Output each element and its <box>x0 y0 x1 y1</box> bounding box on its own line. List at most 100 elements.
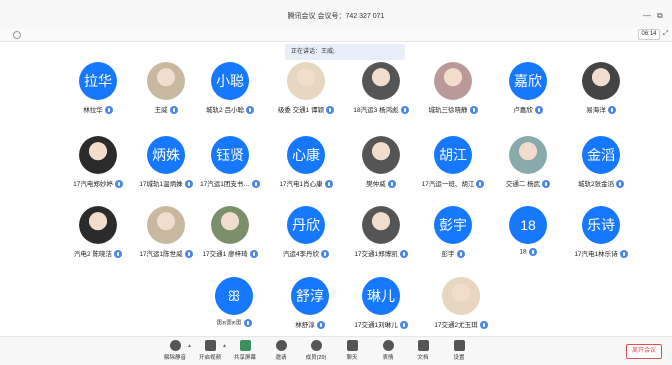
participant-name-label: 汽运4李丹欣 <box>282 251 320 258</box>
participant-name-label: 樊仲威 <box>366 181 386 188</box>
participant-name-label: 王威 <box>154 107 168 114</box>
documents-button[interactable]: 文档 <box>405 340 441 361</box>
participant-avatar: 炳姝 <box>147 136 185 174</box>
mic-status-icon <box>249 250 258 259</box>
participant-avatar: 乐诗 <box>582 206 620 244</box>
avatar-initials: 金滔 <box>587 147 615 163</box>
participant-avatar <box>362 206 400 244</box>
participant-avatar: 胡江 <box>434 136 472 174</box>
participant-avatar <box>362 136 400 174</box>
participant-tile[interactable]: 易海洋 <box>553 62 649 128</box>
participant-name-label: 城轨2 吕小聪 <box>206 107 244 114</box>
grid-settings-icon <box>453 340 465 351</box>
profile-photo <box>442 277 480 315</box>
avatar-initials: 钰贤 <box>216 147 244 163</box>
participant-avatar <box>582 62 620 100</box>
participant-avatar: 心康 <box>287 136 325 174</box>
mic-status-icon <box>321 250 330 259</box>
participant-name-label: 级委 交通1 谭颖 <box>277 107 325 114</box>
avatar-initials: 炳姝 <box>152 147 180 163</box>
invite-label: 邀请 <box>275 355 287 361</box>
participant-name-label: 17汽运一班、胡江 <box>421 181 475 188</box>
participant-name-label: 17交通1 廖梓琦 <box>202 251 248 258</box>
participant-avatar: 18 <box>509 206 547 244</box>
participant-name: 17汽电1林乐诗 <box>553 248 649 259</box>
participant-avatar <box>211 206 249 244</box>
participant-name-label: 17汽电1林乐诗 <box>574 251 618 258</box>
mic-status-icon <box>607 106 616 115</box>
mic-status-icon <box>469 106 478 115</box>
mic-status-icon <box>245 106 254 115</box>
participant-tile[interactable]: 金滔城轨2张金滔 <box>553 136 649 202</box>
smile-icon <box>382 340 394 351</box>
share-screen-button[interactable]: 共享屏幕 <box>227 340 263 361</box>
mic-status-icon <box>479 321 488 330</box>
docs-label: 文档 <box>417 355 429 361</box>
participant-avatar: 舒淳 <box>291 277 329 315</box>
participant-avatar <box>287 62 325 100</box>
participant-avatar <box>434 62 472 100</box>
participant-tile[interactable]: 乐诗 17汽电1林乐诗 <box>553 206 649 272</box>
participant-name-label: 彭宇 <box>441 251 455 258</box>
mute-label: 解除静音 <box>163 355 186 361</box>
mic-status-icon <box>542 180 551 189</box>
document-icon <box>417 340 429 351</box>
reactions-button[interactable]: 表情 <box>370 340 406 361</box>
members-label: 成员(29) <box>305 355 327 361</box>
minimize-button[interactable]: — <box>643 11 651 20</box>
chat-label: 聊天 <box>346 355 358 361</box>
participant-name-label: 17汽电郑妙婷 <box>73 181 113 188</box>
mic-status-icon <box>399 321 408 330</box>
participant-name: 城轨2张金滔 <box>553 178 649 189</box>
profile-photo <box>79 206 117 244</box>
avatar-initials: 拉华 <box>84 73 112 89</box>
profile-photo <box>362 206 400 244</box>
participant-name: 17交通2尤玉琪 <box>413 319 509 330</box>
profile-photo <box>362 62 400 100</box>
mic-status-icon <box>534 106 543 115</box>
participant-avatar: ꕥ <box>215 277 253 315</box>
profile-photo <box>434 62 472 100</box>
participant-name-label: 18 <box>519 248 527 256</box>
meeting-timer: 06:14 <box>638 29 660 40</box>
info-bar <box>0 28 672 42</box>
participant-name-label: 17汽运1团支书… <box>200 181 250 188</box>
share-label: 共享屏幕 <box>233 355 256 361</box>
mic-status-icon <box>104 106 113 115</box>
participant-name-label: 城轨三徐晓静 <box>428 107 468 114</box>
participant-avatar: 拉华 <box>79 62 117 100</box>
mic-status-icon <box>616 180 625 189</box>
mic-status-icon <box>456 250 465 259</box>
leave-meeting-button[interactable]: 离开会议 <box>626 344 662 359</box>
mic-status-icon <box>619 250 628 259</box>
restore-button[interactable]: ⧉ <box>657 11 663 21</box>
profile-photo <box>79 136 117 174</box>
speaking-indicator: 正在讲话：王威; <box>285 44 405 60</box>
participant-avatar <box>147 62 185 100</box>
avatar-initials: 嘉欣 <box>514 73 542 89</box>
members-button[interactable]: 成员(29) <box>298 340 334 361</box>
avatar-initials: 胡江 <box>439 147 467 163</box>
mic-status-icon <box>324 180 333 189</box>
participant-avatar: 琳儿 <box>362 277 400 315</box>
participant-tile[interactable]: 17交通2尤玉琪 <box>413 277 509 343</box>
video-off-icon <box>204 340 216 351</box>
profile-photo <box>211 206 249 244</box>
meeting-info-icon[interactable] <box>13 31 21 39</box>
invite-button[interactable]: 邀请 <box>263 340 299 361</box>
participant-name-label: 卢嘉欣 <box>513 107 533 114</box>
profile-photo <box>509 136 547 174</box>
avatar-initials: 18 <box>520 217 536 233</box>
share-screen-icon <box>239 340 251 351</box>
reactions-label: 表情 <box>382 355 394 361</box>
avatar-initials: 琳儿 <box>367 288 395 304</box>
avatar-initials: 舒淳 <box>296 288 324 304</box>
settings-button[interactable]: 设置 <box>441 340 477 361</box>
participant-name-label: 林拉华 <box>83 107 103 114</box>
participant-avatar: 金滔 <box>582 136 620 174</box>
video-label: 开启视频 <box>198 355 221 361</box>
chat-button[interactable]: 聊天 <box>334 340 370 361</box>
fullscreen-button[interactable]: ⤢ <box>663 30 669 38</box>
participant-avatar: 钰贤 <box>211 136 249 174</box>
participant-avatar: 彭宇 <box>434 206 472 244</box>
